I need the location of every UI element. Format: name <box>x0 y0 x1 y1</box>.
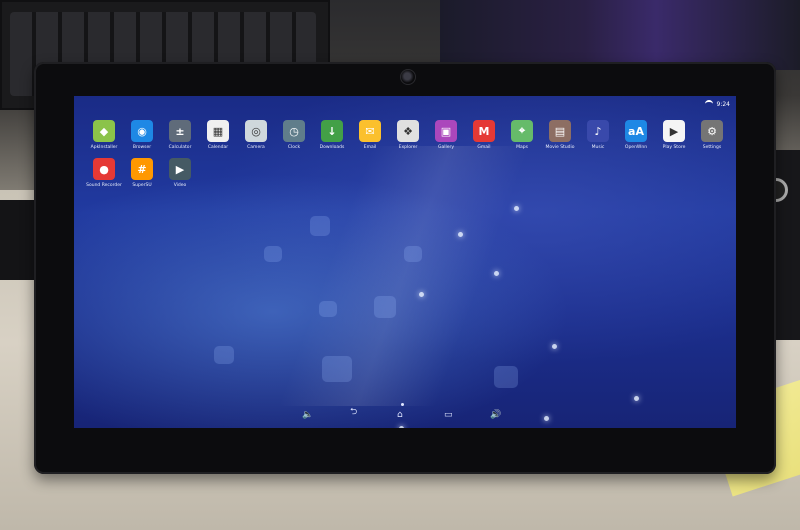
app-label: Settings <box>702 145 722 150</box>
app-label: Sound Recorder <box>86 183 122 188</box>
app-launcher[interactable]: ◆ ApkInstaller <box>88 120 120 150</box>
calendar-icon: ▦ <box>207 120 229 142</box>
app-label: Play Store <box>662 145 686 150</box>
play-store-icon: ▶ <box>663 120 685 142</box>
wallpaper-light-dot <box>419 292 424 297</box>
wallpaper-bokeh <box>310 216 330 236</box>
app-label: Gmail <box>477 145 491 150</box>
app-label: Music <box>591 145 605 150</box>
app-launcher[interactable]: ▶ Play Store <box>658 120 690 150</box>
product-box <box>440 0 800 70</box>
gallery-icon: ▣ <box>435 120 457 142</box>
keyboard-aa-icon: aA <box>625 120 647 142</box>
wallpaper-light-dot <box>399 426 404 428</box>
tablet-device: 9:24 ◆ ApkInstaller ◉ Browser ± Calculator ▦ Ca… <box>34 62 776 474</box>
app-launcher[interactable]: ♪ Music <box>582 120 614 150</box>
microphone-icon: ● <box>93 158 115 180</box>
app-label: Email <box>363 145 377 150</box>
app-label: Maps <box>516 145 528 150</box>
app-label: Video <box>173 183 187 188</box>
app-label: Calendar <box>207 145 229 150</box>
app-row: ● Sound Recorder # SuperSU ▶ Video <box>86 158 728 188</box>
file-explorer-icon: ❖ <box>397 120 419 142</box>
app-launcher[interactable]: ↓ Downloads <box>316 120 348 150</box>
music-icon: ♪ <box>587 120 609 142</box>
app-launcher[interactable]: ⌖ Maps <box>506 120 538 150</box>
app-label: OpenWnn <box>624 145 648 150</box>
wallpaper-light-dot <box>458 232 463 237</box>
app-label: Movie Studio <box>545 145 575 150</box>
recent-apps-button[interactable]: ▭ <box>444 410 453 420</box>
gmail-icon: M <box>473 120 495 142</box>
volume-down-button[interactable]: 🔈 <box>302 410 313 420</box>
wallpaper-bokeh <box>494 366 518 388</box>
app-label: Explorer <box>398 145 418 150</box>
status-time: 9:24 <box>716 100 730 108</box>
app-launcher[interactable]: ✉ Email <box>354 120 386 150</box>
app-launcher[interactable]: ● Sound Recorder <box>86 158 122 188</box>
clock-icon: ◷ <box>283 120 305 142</box>
movie-studio-icon: ▤ <box>549 120 571 142</box>
app-launcher[interactable]: ◉ Browser <box>126 120 158 150</box>
app-launcher[interactable]: ◎ Camera <box>240 120 272 150</box>
page-indicator <box>401 403 404 406</box>
gear-icon: ⚙ <box>701 120 723 142</box>
calculator-icon: ± <box>169 120 191 142</box>
app-launcher[interactable]: M Gmail <box>468 120 500 150</box>
back-button[interactable]: ⮌ <box>350 404 357 420</box>
app-launcher[interactable]: ▶ Video <box>164 158 196 188</box>
app-label: ApkInstaller <box>90 145 118 150</box>
app-label: Camera <box>247 145 265 150</box>
wifi-icon <box>704 100 713 108</box>
app-label: Clock <box>287 145 301 150</box>
android-home-screen: 9:24 ◆ ApkInstaller ◉ Browser ± Calculator ▦ Ca… <box>74 96 736 428</box>
app-launcher[interactable]: ▤ Movie Studio <box>544 120 576 150</box>
wallpaper-bokeh <box>322 356 352 382</box>
app-launcher[interactable]: ⚙ Settings <box>696 120 728 150</box>
app-launcher[interactable]: ▣ Gallery <box>430 120 462 150</box>
download-icon: ↓ <box>321 120 343 142</box>
app-icon-grid: ◆ ApkInstaller ◉ Browser ± Calculator ▦ Calenda… <box>86 120 728 196</box>
android-icon: ◆ <box>93 120 115 142</box>
wallpaper-light-dot <box>634 396 639 401</box>
wallpaper-light-dot <box>494 271 499 276</box>
app-launcher[interactable]: ◷ Clock <box>278 120 310 150</box>
app-launcher[interactable]: ❖ Explorer <box>392 120 424 150</box>
supersu-icon: # <box>131 158 153 180</box>
app-label: Browser <box>132 145 152 150</box>
app-launcher[interactable]: ▦ Calendar <box>202 120 234 150</box>
wallpaper-bokeh <box>404 246 422 262</box>
wallpaper-bokeh <box>214 346 234 364</box>
app-label: Downloads <box>319 145 345 150</box>
app-label: SuperSU <box>132 183 152 188</box>
wallpaper-bokeh <box>264 246 282 262</box>
app-launcher[interactable]: aA OpenWnn <box>620 120 652 150</box>
app-row: ◆ ApkInstaller ◉ Browser ± Calculator ▦ Calenda… <box>88 120 728 150</box>
video-icon: ▶ <box>169 158 191 180</box>
wallpaper-bokeh <box>319 301 337 317</box>
email-icon: ✉ <box>359 120 381 142</box>
wallpaper-light-dot <box>552 344 557 349</box>
front-camera <box>400 69 416 85</box>
app-label: Calculator <box>168 145 192 150</box>
camera-icon: ◎ <box>245 120 267 142</box>
app-launcher[interactable]: ± Calculator <box>164 120 196 150</box>
volume-up-button[interactable]: 🔊 <box>490 410 501 420</box>
wallpaper-light-dot <box>514 206 519 211</box>
app-label: Gallery <box>437 145 455 150</box>
home-button[interactable]: ⌂ <box>397 410 403 420</box>
app-launcher[interactable]: # SuperSU <box>126 158 158 188</box>
navigation-bar: 🔈 ⮌ ⌂ ▭ 🔊 <box>74 403 736 422</box>
wallpaper-bokeh <box>374 296 396 318</box>
maps-icon: ⌖ <box>511 120 533 142</box>
status-bar: 9:24 <box>704 99 730 109</box>
globe-icon: ◉ <box>131 120 153 142</box>
